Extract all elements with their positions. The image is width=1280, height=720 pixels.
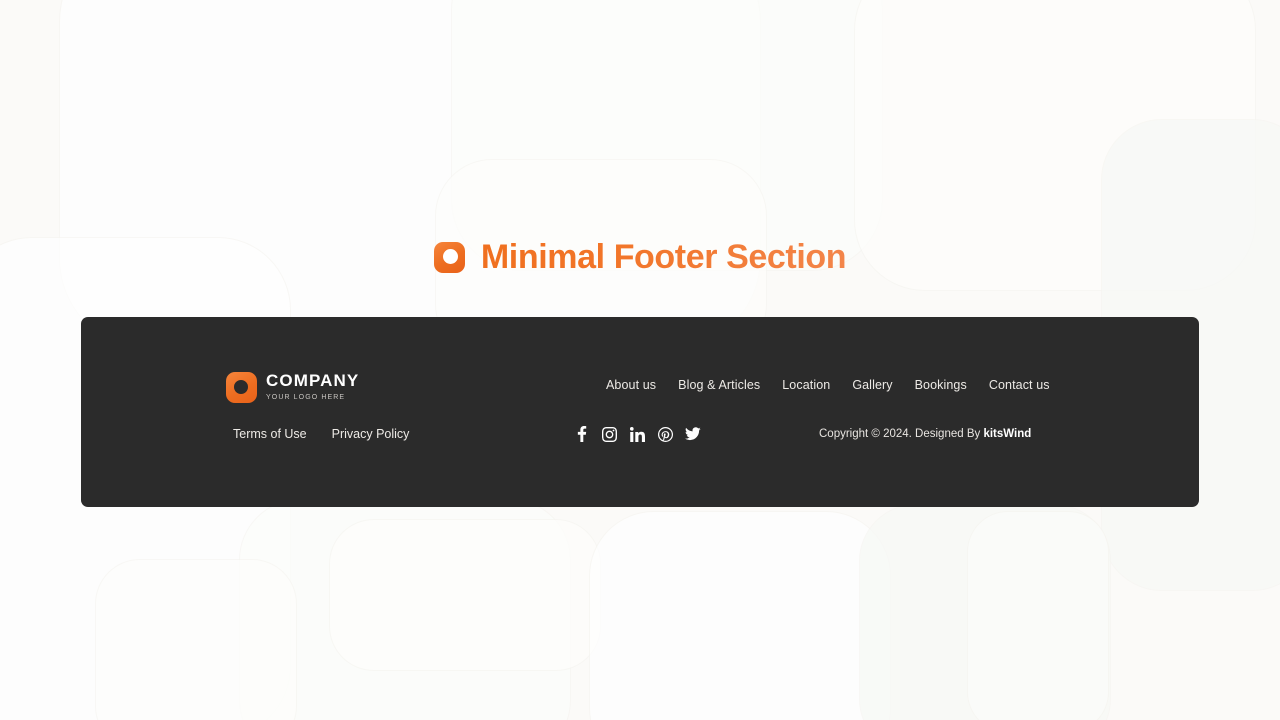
bg-shape bbox=[240, 500, 570, 720]
bg-shape bbox=[96, 560, 296, 720]
footer-nav-item-gallery[interactable]: Gallery bbox=[852, 378, 892, 392]
footer-nav-item-location[interactable]: Location bbox=[782, 378, 830, 392]
rounded-square-dot-logo-icon bbox=[433, 242, 465, 273]
footer-nav-item-about-us[interactable]: About us bbox=[606, 378, 656, 392]
footer-brand-text: COMPANY YOUR LOGO HERE bbox=[266, 372, 359, 403]
footer-copyright-brand: kitsWind bbox=[983, 428, 1032, 440]
footer-link-terms-of-use[interactable]: Terms of Use bbox=[233, 427, 307, 441]
linkedin-icon[interactable] bbox=[629, 426, 645, 442]
footer-top-row: COMPANY YOUR LOGO HERE About us Blog & A… bbox=[81, 372, 1199, 413]
footer-bottom-row: Terms of Use Privacy Policy Copyright © … bbox=[81, 422, 1199, 462]
pinterest-icon[interactable] bbox=[657, 426, 673, 442]
bg-shape bbox=[330, 520, 600, 670]
page-title: Minimal Footer Section bbox=[480, 238, 847, 276]
footer-nav-item-bookings[interactable]: Bookings bbox=[915, 378, 967, 392]
footer-brand[interactable]: COMPANY YOUR LOGO HERE bbox=[226, 372, 359, 403]
footer-nav-item-blog-articles[interactable]: Blog & Articles bbox=[678, 378, 760, 392]
footer-link-privacy-policy[interactable]: Privacy Policy bbox=[332, 427, 410, 441]
bg-shape bbox=[60, 0, 760, 350]
instagram-icon[interactable] bbox=[601, 426, 617, 442]
twitter-icon[interactable] bbox=[685, 426, 701, 442]
page-header: Minimal Footer Section bbox=[0, 238, 1280, 277]
bg-shape bbox=[452, 0, 882, 270]
logo-inner-circle bbox=[234, 380, 248, 394]
footer-brand-name: COMPANY bbox=[266, 371, 360, 390]
footer-copyright-text: Copyright © 2024. Designed By bbox=[819, 428, 984, 440]
bg-shape bbox=[590, 512, 890, 720]
footer-section: COMPANY YOUR LOGO HERE About us Blog & A… bbox=[81, 317, 1199, 507]
footer-social-links bbox=[573, 426, 701, 442]
page-root: Minimal Footer Section COMPANY YOUR LOGO… bbox=[0, 0, 1280, 720]
rounded-square-dot-logo-icon bbox=[226, 372, 257, 403]
bg-shape bbox=[860, 505, 1110, 720]
footer-legal-links: Terms of Use Privacy Policy bbox=[233, 427, 409, 441]
facebook-icon[interactable] bbox=[573, 426, 589, 442]
footer-nav: About us Blog & Articles Location Galler… bbox=[606, 378, 1050, 392]
bg-shape bbox=[968, 512, 1108, 720]
footer-nav-item-contact-us[interactable]: Contact us bbox=[989, 378, 1050, 392]
footer-copyright: Copyright © 2024. Designed By kitsWind bbox=[819, 428, 1031, 440]
footer-brand-tagline: YOUR LOGO HERE bbox=[266, 394, 346, 401]
logo-inner-circle bbox=[442, 249, 458, 264]
